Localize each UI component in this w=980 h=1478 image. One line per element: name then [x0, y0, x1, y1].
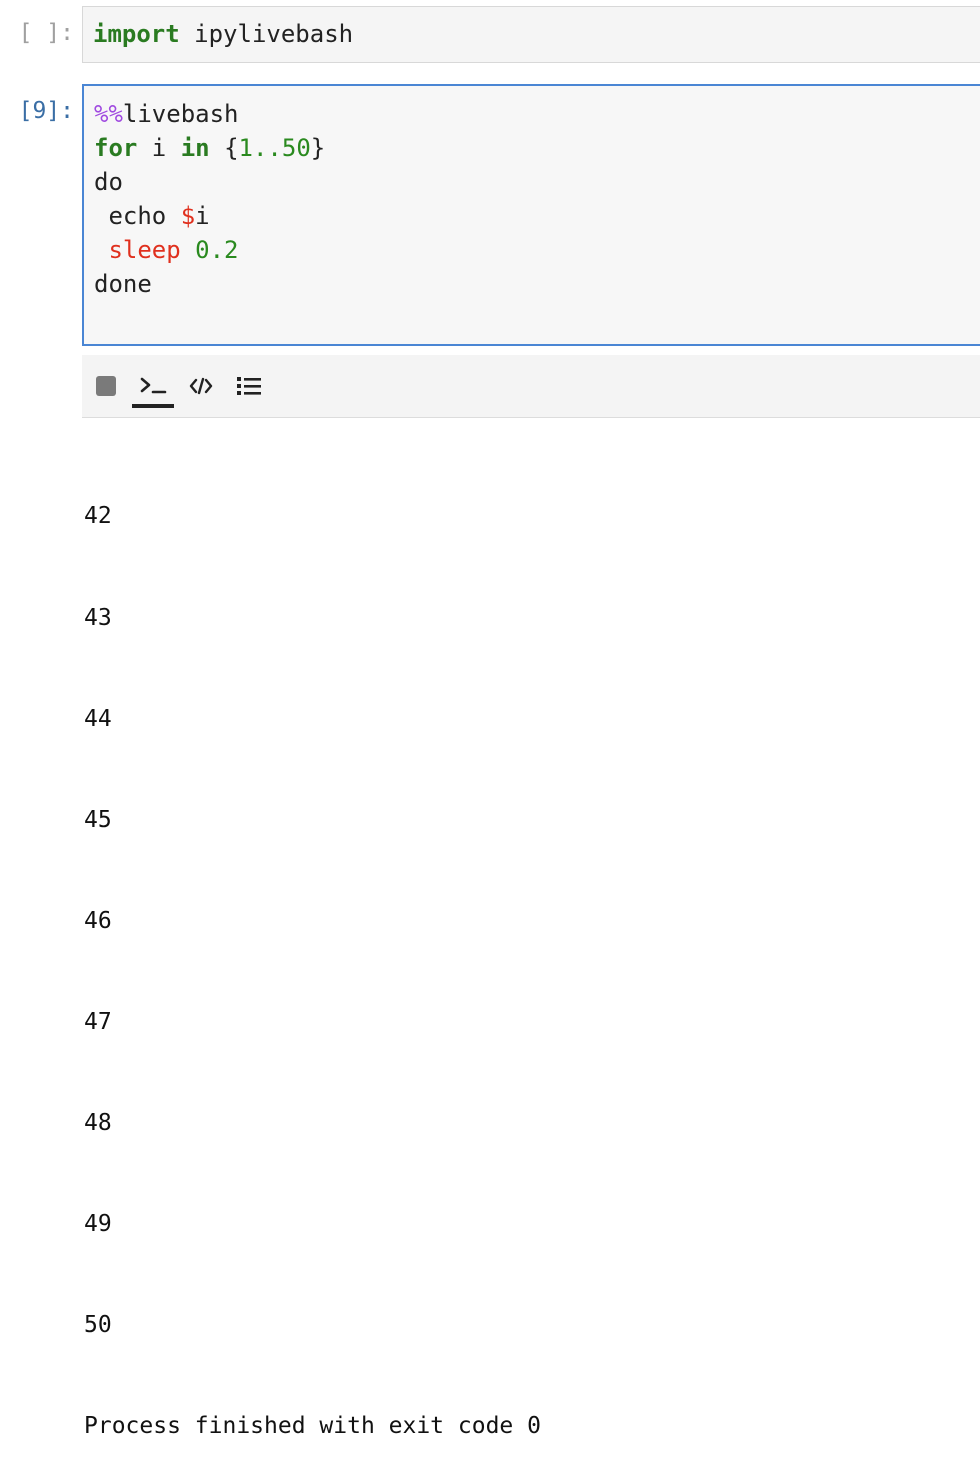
stop-icon — [96, 376, 116, 396]
brace-close: } — [310, 134, 326, 162]
echo-command: echo — [94, 202, 181, 230]
output-line: 44 — [84, 705, 112, 732]
echo-variable: i — [195, 202, 210, 230]
output-line: 49 — [84, 1211, 112, 1238]
output-line: 46 — [84, 907, 112, 934]
sleep-duration: 0.2 — [195, 236, 239, 264]
code-icon — [189, 377, 213, 395]
sleep-space — [181, 236, 195, 264]
keyword-done: done — [94, 270, 152, 298]
module-name: ipylivebash — [179, 20, 354, 48]
output-line: 47 — [84, 1008, 112, 1035]
output-toolbar — [82, 355, 980, 418]
range-expression: 1..50 — [238, 134, 311, 162]
code-block: %%livebash for i in {1..50} do echo $i s… — [94, 97, 325, 301]
terminal-tab[interactable] — [132, 369, 174, 403]
list-tab[interactable] — [232, 369, 266, 403]
stop-button[interactable] — [92, 369, 120, 403]
output-line: 45 — [84, 806, 112, 833]
cell-1-prompt: [ ]: — [18, 20, 74, 46]
output-line: 50 — [84, 1312, 112, 1339]
active-tab-indicator — [132, 404, 174, 408]
cell-1-code-editor[interactable]: import ipylivebash — [82, 6, 980, 63]
sleep-command: sleep — [94, 236, 181, 264]
terminal-icon — [140, 377, 167, 394]
list-icon — [237, 377, 261, 395]
keyword-for: for — [94, 134, 138, 162]
magic-prefix: %% — [94, 100, 123, 128]
keyword-import: import — [93, 20, 180, 48]
magic-name: livebash — [122, 100, 239, 128]
cell-2-prompt: [9]: — [18, 98, 74, 124]
output-line: 48 — [84, 1110, 112, 1137]
output-line: 43 — [84, 604, 112, 631]
dollar-sign: $ — [180, 202, 196, 230]
keyword-in: in — [180, 134, 210, 162]
loop-variable: i — [137, 134, 181, 162]
terminal-output: 42 43 44 45 46 47 48 49 50 Process finis… — [84, 433, 541, 1478]
process-exit-message: Process finished with exit code 0 — [84, 1413, 541, 1440]
code-line: import ipylivebash — [93, 17, 353, 51]
brace-open: { — [209, 134, 239, 162]
cell-2-code-editor[interactable]: %%livebash for i in {1..50} do echo $i s… — [82, 84, 980, 346]
keyword-do: do — [94, 168, 123, 196]
code-tab[interactable] — [186, 369, 216, 403]
output-line: 42 — [84, 503, 112, 530]
